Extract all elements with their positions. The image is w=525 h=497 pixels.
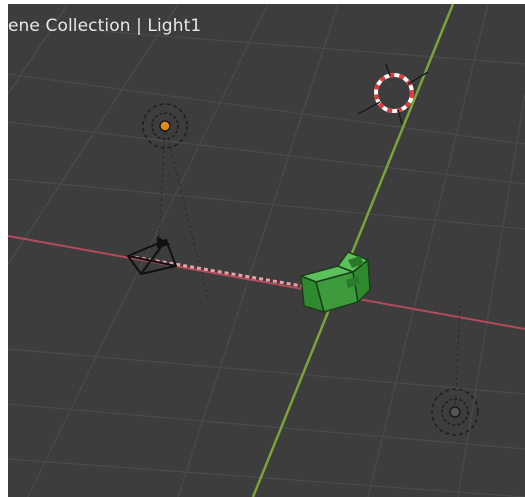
viewport-canvas[interactable] (8, 4, 525, 497)
3d-viewport[interactable]: ene Collection | Light1 (8, 4, 525, 497)
viewport-header-label: ene Collection | Light1 (8, 16, 202, 36)
x-axis-line (8, 235, 525, 330)
light-icon[interactable] (431, 388, 479, 436)
y-axis-line (251, 4, 455, 497)
cube-mesh[interactable] (298, 251, 371, 314)
